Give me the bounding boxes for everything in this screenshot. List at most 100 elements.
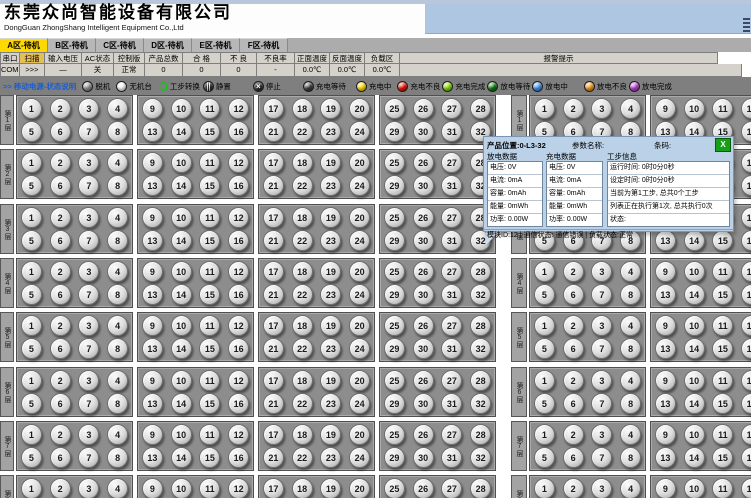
cell-button[interactable]: 27 bbox=[441, 207, 462, 228]
cell-button[interactable]: 8 bbox=[620, 284, 641, 305]
cell-button[interactable]: 13 bbox=[142, 230, 163, 251]
cell-button[interactable]: 14 bbox=[684, 447, 705, 468]
cell-button[interactable]: 2 bbox=[563, 315, 584, 336]
cell-button[interactable]: 13 bbox=[655, 393, 676, 414]
cell-button[interactable]: 13 bbox=[655, 338, 676, 359]
cell-button[interactable]: 3 bbox=[78, 315, 99, 336]
cell-button[interactable]: 23 bbox=[320, 338, 341, 359]
cell-button[interactable]: 1 bbox=[534, 370, 555, 391]
cell-button[interactable]: 16 bbox=[741, 175, 751, 196]
cell-button[interactable]: 4 bbox=[620, 424, 641, 445]
cell-button[interactable]: 11 bbox=[712, 315, 733, 336]
cell-button[interactable]: 16 bbox=[741, 338, 751, 359]
cell-button[interactable]: 7 bbox=[78, 393, 99, 414]
cell-button[interactable]: 11 bbox=[199, 98, 220, 119]
cell-button[interactable]: 21 bbox=[263, 393, 284, 414]
cell-button[interactable]: 17 bbox=[263, 478, 284, 498]
cell-button[interactable]: 21 bbox=[263, 447, 284, 468]
cell-button[interactable]: 20 bbox=[349, 261, 370, 282]
cell-button[interactable]: 4 bbox=[620, 370, 641, 391]
cell-button[interactable]: 26 bbox=[413, 478, 434, 498]
cell-button[interactable]: 25 bbox=[384, 152, 405, 173]
cell-button[interactable]: 18 bbox=[292, 152, 313, 173]
cell-button[interactable]: 12 bbox=[228, 370, 249, 391]
cell-button[interactable]: 26 bbox=[413, 98, 434, 119]
cell-button[interactable]: 2 bbox=[50, 370, 71, 391]
cell-button[interactable]: 28 bbox=[470, 370, 491, 391]
cell-button[interactable]: 21 bbox=[263, 175, 284, 196]
cell-button[interactable]: 18 bbox=[292, 207, 313, 228]
cell-button[interactable]: 14 bbox=[171, 121, 192, 142]
cell-button[interactable]: 10 bbox=[171, 315, 192, 336]
cell-button[interactable]: 2 bbox=[50, 261, 71, 282]
cell-button[interactable]: 6 bbox=[50, 338, 71, 359]
cell-button[interactable]: 12 bbox=[741, 152, 751, 173]
cell-button[interactable]: 29 bbox=[384, 393, 405, 414]
cell-button[interactable]: 31 bbox=[441, 175, 462, 196]
cell-button[interactable]: 28 bbox=[470, 315, 491, 336]
cell-button[interactable]: 18 bbox=[292, 315, 313, 336]
cell-button[interactable]: 3 bbox=[591, 424, 612, 445]
cell-button[interactable]: 15 bbox=[712, 284, 733, 305]
cell-button[interactable]: 12 bbox=[228, 207, 249, 228]
cell-button[interactable]: 4 bbox=[107, 315, 128, 336]
cell-button[interactable]: 15 bbox=[199, 230, 220, 251]
cell-button[interactable]: 29 bbox=[384, 121, 405, 142]
cell-button[interactable]: 26 bbox=[413, 370, 434, 391]
cell-button[interactable]: 7 bbox=[591, 447, 612, 468]
cell-button[interactable]: 23 bbox=[320, 284, 341, 305]
cell-button[interactable]: 12 bbox=[741, 261, 751, 282]
cell-button[interactable]: 8 bbox=[107, 121, 128, 142]
cell-button[interactable]: 2 bbox=[563, 424, 584, 445]
cell-button[interactable]: 6 bbox=[563, 447, 584, 468]
cell-button[interactable]: 5 bbox=[21, 175, 42, 196]
cell-button[interactable]: 11 bbox=[199, 152, 220, 173]
cell-button[interactable]: 15 bbox=[712, 338, 733, 359]
cell-button[interactable]: 17 bbox=[263, 152, 284, 173]
cell-button[interactable]: 21 bbox=[263, 121, 284, 142]
cell-button[interactable]: 16 bbox=[228, 175, 249, 196]
cell-button[interactable]: 27 bbox=[441, 315, 462, 336]
cell-button[interactable]: 16 bbox=[741, 393, 751, 414]
cell-button[interactable]: 16 bbox=[741, 447, 751, 468]
cell-button[interactable]: 14 bbox=[684, 284, 705, 305]
cell-button[interactable]: 29 bbox=[384, 447, 405, 468]
cell-button[interactable]: 11 bbox=[199, 315, 220, 336]
cell-button[interactable]: 26 bbox=[413, 424, 434, 445]
cell-button[interactable]: 10 bbox=[171, 370, 192, 391]
cell-button[interactable]: 13 bbox=[142, 447, 163, 468]
cell-button[interactable]: 28 bbox=[470, 478, 491, 498]
cell-button[interactable]: 12 bbox=[228, 261, 249, 282]
cell-button[interactable]: 13 bbox=[142, 121, 163, 142]
cell-button[interactable]: 13 bbox=[142, 175, 163, 196]
cell-button[interactable]: 2 bbox=[563, 478, 584, 498]
cell-button[interactable]: 10 bbox=[684, 98, 705, 119]
cell-button[interactable]: 9 bbox=[655, 315, 676, 336]
cell-button[interactable]: 7 bbox=[78, 230, 99, 251]
cell-button[interactable]: 26 bbox=[413, 207, 434, 228]
cell-button[interactable]: 1 bbox=[21, 478, 42, 498]
cell-button[interactable]: 7 bbox=[78, 338, 99, 359]
cell-button[interactable]: 31 bbox=[441, 338, 462, 359]
cell-button[interactable]: 4 bbox=[107, 261, 128, 282]
cell-button[interactable]: 24 bbox=[349, 338, 370, 359]
cell-button[interactable]: 24 bbox=[349, 447, 370, 468]
cell-button[interactable]: 25 bbox=[384, 424, 405, 445]
cell-button[interactable]: 12 bbox=[228, 152, 249, 173]
cell-button[interactable]: 19 bbox=[320, 98, 341, 119]
cell-button[interactable]: 20 bbox=[349, 370, 370, 391]
cell-button[interactable]: 11 bbox=[712, 261, 733, 282]
tab-zone-a[interactable]: A区-待机 bbox=[0, 38, 48, 53]
cell-button[interactable]: 2 bbox=[50, 478, 71, 498]
cell-button[interactable]: 10 bbox=[684, 424, 705, 445]
cell-button[interactable]: 30 bbox=[413, 338, 434, 359]
cell-button[interactable]: 16 bbox=[228, 121, 249, 142]
cell-button[interactable]: 9 bbox=[655, 98, 676, 119]
cell-button[interactable]: 12 bbox=[741, 370, 751, 391]
cell-button[interactable]: 26 bbox=[413, 315, 434, 336]
cell-button[interactable]: 21 bbox=[263, 284, 284, 305]
cell-button[interactable]: 19 bbox=[320, 424, 341, 445]
cell-button[interactable]: 20 bbox=[349, 424, 370, 445]
close-button[interactable]: X bbox=[715, 138, 731, 152]
cell-button[interactable]: 23 bbox=[320, 447, 341, 468]
